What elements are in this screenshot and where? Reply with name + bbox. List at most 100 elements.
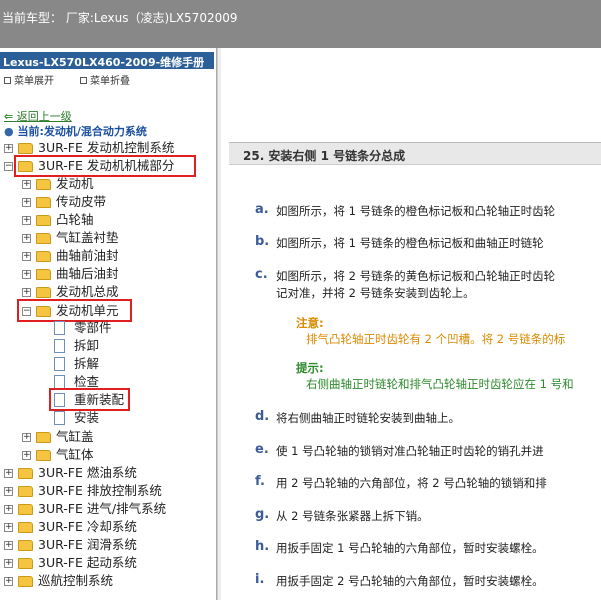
manual-title: Lexus-LX570LX460-2009-维修手册: [0, 52, 214, 69]
step-b: b. 如图所示，将 1 号链条的橙色标记板和曲轴正时链轮: [255, 234, 544, 251]
folder-icon: [18, 558, 33, 569]
back-label: 返回上一级: [16, 110, 72, 123]
content-pane: 25. 安装右侧 1 号链条分总成 a. 如图所示，将 1 号链条的橙色标记板和…: [221, 48, 601, 600]
folder-icon: [36, 450, 51, 461]
sidebar: Lexus-LX570LX460-2009-维修手册 菜单展开 菜单折叠 ⇐ 返…: [0, 48, 217, 600]
collapse-all-button[interactable]: 菜单折叠: [80, 72, 130, 87]
step-i: i. 用扳手固定 2 号凸轮轴的六角部位，暂时安装螺栓。: [255, 572, 544, 589]
tree-label: 巡航控制系统: [38, 573, 114, 588]
step-letter: d.: [255, 409, 270, 424]
section-title: 25. 安装右侧 1 号链条分总成: [229, 142, 601, 165]
step-letter: b.: [255, 234, 270, 249]
expand-toggle-icon[interactable]: +: [4, 469, 13, 478]
user-icon: ●: [4, 125, 14, 138]
folder-icon: [36, 269, 51, 280]
collapse-all-label: 菜单折叠: [90, 76, 130, 87]
step-text: 如图所示，将 2 号链条的黄色标记板和凸轮轴正时齿轮: [276, 269, 556, 283]
expand-toggle-icon[interactable]: +: [22, 198, 31, 207]
tree-label: 传动皮带: [56, 194, 107, 209]
tree-label: 零部件: [74, 320, 112, 335]
tree-label: 拆卸: [74, 338, 100, 353]
collapse-icon: [80, 77, 87, 84]
expand-icon: [4, 77, 11, 84]
step-c: c. 如图所示，将 2 号链条的黄色标记板和凸轮轴正时齿轮: [255, 267, 556, 284]
step-text: 用 2 号凸轮轴的六角部位，将 2 号凸轮轴的锁销和排: [276, 476, 547, 490]
caution-label: 注意:: [296, 316, 324, 330]
document-icon: [54, 375, 65, 389]
tree-label: 安装: [74, 410, 100, 425]
hint-label: 提示:: [296, 361, 324, 375]
caution-text: 排气凸轮轴正时齿轮有 2 个凹槽。将 2 号链条的标: [306, 332, 566, 346]
expand-toggle-icon[interactable]: +: [22, 234, 31, 243]
step-letter: h.: [255, 539, 270, 554]
step-h: h. 用扳手固定 1 号凸轮轴的六角部位，暂时安装螺栓。: [255, 539, 544, 556]
folder-icon: [18, 540, 33, 551]
step-text: 从 2 号链条张紧器上拆下销。: [276, 509, 429, 523]
step-text: 如图所示，将 1 号链条的橙色标记板和曲轴正时链轮: [276, 236, 544, 250]
top-bar: 当前车型： 厂家:Lexus（凌志)LX5702009: [0, 0, 601, 48]
tree-label: 3UR-FE 起动系统: [38, 555, 137, 570]
expand-toggle-icon[interactable]: +: [22, 252, 31, 261]
expand-all-label: 菜单展开: [14, 76, 54, 87]
expand-toggle-icon[interactable]: +: [4, 505, 13, 514]
expand-toggle-icon[interactable]: +: [22, 288, 31, 297]
folder-icon: [36, 287, 51, 298]
expand-toggle-icon[interactable]: +: [4, 577, 13, 586]
tree-label: 3UR-FE 润滑系统: [38, 537, 137, 552]
folder-icon: [18, 522, 33, 533]
expand-toggle-icon[interactable]: +: [4, 487, 13, 496]
folder-icon: [36, 179, 51, 190]
tree-label: 曲轴前油封: [56, 248, 119, 263]
step-letter: g.: [255, 507, 270, 522]
step-e: e. 使 1 号凸轮轴的锁销对准凸轮轴正时齿轮的销孔并进: [255, 442, 544, 459]
tree-label: 3UR-FE 发动机控制系统: [38, 140, 175, 155]
document-icon: [54, 321, 65, 335]
step-letter: f.: [255, 474, 265, 489]
step-letter: c.: [255, 267, 268, 282]
folder-icon: [18, 486, 33, 497]
step-text: 将右侧曲轴正时链轮安装到曲轴上。: [276, 411, 460, 425]
folder-icon: [18, 143, 33, 154]
folder-icon: [36, 215, 51, 226]
current-location: ● 当前:发动机/混合动力系统: [4, 123, 147, 139]
expand-toggle-icon[interactable]: +: [22, 270, 31, 279]
expand-toggle-icon[interactable]: +: [4, 559, 13, 568]
folder-icon: [36, 197, 51, 208]
step-letter: a.: [255, 202, 269, 217]
folder-icon: [18, 468, 33, 479]
tree-label: 曲轴后油封: [56, 266, 119, 281]
document-icon: [54, 357, 65, 371]
document-icon: [54, 339, 65, 353]
step-text: 记对准，并将 2 号链条安装到齿轮上。: [276, 286, 475, 300]
back-arrow-icon: ⇐: [4, 110, 14, 123]
expand-toggle-icon[interactable]: +: [4, 541, 13, 550]
expand-toggle-icon[interactable]: +: [22, 433, 31, 442]
tree-label: 气缸盖: [56, 429, 94, 444]
document-icon: [54, 411, 65, 425]
expand-all-button[interactable]: 菜单展开: [4, 72, 54, 87]
folder-icon: [18, 576, 33, 587]
tree-label: 气缸盖衬垫: [56, 230, 119, 245]
folder-icon: [36, 251, 51, 262]
expand-toggle-icon[interactable]: +: [4, 523, 13, 532]
step-text: 用扳手固定 1 号凸轮轴的六角部位，暂时安装螺栓。: [276, 541, 544, 555]
expand-toggle-icon[interactable]: +: [22, 451, 31, 460]
hint-text: 右侧曲轴正时链轮和排气凸轮轴正时齿轮应在 1 号和: [306, 377, 574, 391]
folder-icon: [36, 233, 51, 244]
vehicle-title: 当前车型： 厂家:Lexus（凌志)LX5702009: [2, 11, 238, 25]
step-d: d. 将右侧曲轴正时链轮安装到曲轴上。: [255, 409, 460, 426]
back-link[interactable]: ⇐ 返回上一级: [4, 108, 72, 124]
tree-label: 发动机: [56, 176, 94, 191]
step-letter: e.: [255, 442, 269, 457]
collapse-toggle-icon[interactable]: −: [4, 162, 13, 171]
tree-label: 气缸体: [56, 447, 94, 462]
expand-toggle-icon[interactable]: +: [22, 216, 31, 225]
tree-label: 拆解: [74, 356, 100, 371]
expand-toggle-icon[interactable]: +: [4, 144, 13, 153]
tree-label: 3UR-FE 进气/排气系统: [38, 501, 167, 516]
highlight-box: [49, 388, 130, 411]
expand-toggle-icon[interactable]: +: [22, 180, 31, 189]
tree-label: 凸轮轴: [56, 212, 94, 227]
tree-label: 发动机总成: [56, 284, 119, 299]
tree-label: 3UR-FE 排放控制系统: [38, 483, 162, 498]
